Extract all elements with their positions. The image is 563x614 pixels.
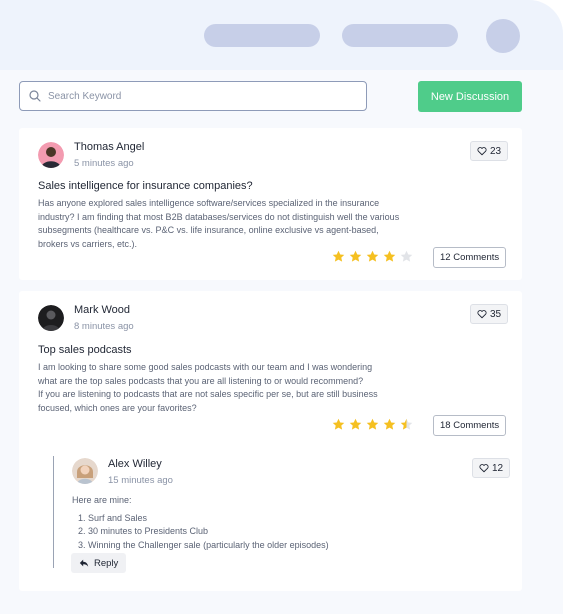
comments-button[interactable]: 18 Comments: [433, 415, 507, 436]
author-name[interactable]: Thomas Angel: [74, 141, 144, 153]
post-title[interactable]: Sales intelligence for insurance compani…: [38, 180, 253, 192]
like-count: 23: [490, 145, 502, 157]
star-icon: [400, 418, 413, 430]
reply-body: Here are mine: Surf and Sales 30 minutes…: [72, 494, 452, 552]
rating-stars: [332, 418, 413, 431]
post-body-line: what are the top sales podcasts that you…: [38, 375, 364, 386]
rating-stars: [332, 250, 413, 263]
like-button[interactable]: 35: [470, 304, 509, 324]
star-icon: [366, 250, 379, 262]
star-icon: [349, 250, 362, 262]
post-body-line: focused, which ones are your favorites?: [38, 402, 197, 413]
avatar-photo: [38, 142, 64, 168]
star-icon: [332, 418, 345, 430]
heart-icon: [477, 147, 487, 156]
avatar[interactable]: [72, 458, 98, 484]
reply-label: Reply: [94, 557, 119, 569]
reply-list: Surf and Sales 30 minutes to Presidents …: [88, 512, 452, 553]
top-bar: [0, 0, 563, 70]
user-avatar[interactable]: [486, 19, 520, 53]
post-body-line: If you are listening to podcasts that ar…: [38, 389, 378, 399]
star-icon: [383, 250, 396, 262]
list-item: Winning the Challenger sale (particularl…: [88, 539, 452, 553]
reply-arrow-icon: [79, 559, 89, 567]
avatar[interactable]: [38, 305, 64, 331]
author-name[interactable]: Mark Wood: [74, 304, 130, 316]
post-body-line: Has anyone explored sales intelligence s…: [38, 198, 380, 208]
post-card: Thomas Angel 5 minutes ago 23 Sales inte…: [19, 128, 522, 280]
post-body-line: subsegments (healthcare vs. P&C vs. life…: [38, 225, 379, 235]
reply-time: 15 minutes ago: [108, 475, 173, 486]
star-icon: [332, 250, 345, 262]
star-icon: [383, 418, 396, 430]
like-count: 35: [490, 308, 502, 320]
like-count: 12: [492, 462, 504, 474]
star-icon: [366, 418, 379, 430]
heart-icon: [479, 464, 489, 473]
reply-thread-line: [53, 456, 54, 568]
search-input[interactable]: [48, 90, 348, 102]
reply-author-name[interactable]: Alex Willey: [108, 458, 162, 470]
post-time: 5 minutes ago: [74, 158, 134, 169]
post-time: 8 minutes ago: [74, 321, 134, 332]
nav-placeholder-1[interactable]: [204, 24, 320, 47]
like-button[interactable]: 23: [470, 141, 509, 161]
avatar-photo: [38, 305, 64, 331]
search-icon: [29, 90, 41, 102]
post-card: Mark Wood 8 minutes ago 35 Top sales pod…: [19, 291, 522, 591]
star-icon: [400, 250, 413, 262]
heart-icon: [477, 310, 487, 319]
post-body: I am looking to share some good sales po…: [38, 361, 448, 415]
post-body-line: I am looking to share some good sales po…: [38, 362, 373, 372]
avatar-photo: [72, 458, 98, 484]
search-box[interactable]: [19, 81, 367, 111]
star-icon: [349, 418, 362, 430]
nav-placeholder-2[interactable]: [342, 24, 458, 47]
avatar[interactable]: [38, 142, 64, 168]
reply-intro: Here are mine:: [72, 495, 132, 505]
comments-button[interactable]: 12 Comments: [433, 247, 507, 268]
list-item: 30 minutes to Presidents Club: [88, 525, 452, 539]
list-item: Surf and Sales: [88, 512, 452, 526]
post-body-line: brokers vs carriers, etc.).: [38, 238, 138, 249]
reply-button[interactable]: Reply: [71, 553, 127, 573]
post-body: Has anyone explored sales intelligence s…: [38, 197, 448, 251]
post-title[interactable]: Top sales podcasts: [38, 344, 132, 356]
post-body-line: industry? I am finding that most B2B dat…: [38, 211, 400, 222]
new-discussion-button[interactable]: New Discussion: [418, 81, 522, 112]
reply-like-button[interactable]: 12: [472, 458, 511, 478]
app-frame: New Discussion Thomas Angel 5 minutes ag…: [0, 0, 563, 614]
